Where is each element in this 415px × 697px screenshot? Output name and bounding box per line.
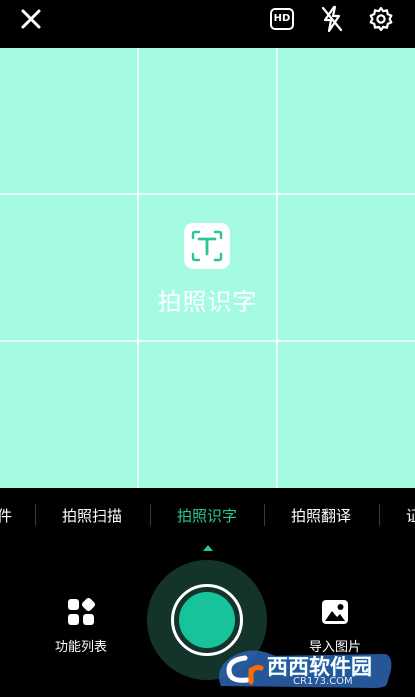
tab-photo-scan[interactable]: 拍照扫描 xyxy=(62,505,122,526)
text-recognition-icon xyxy=(191,230,223,262)
grid-line xyxy=(137,48,139,488)
tab-text-recognition[interactable]: 拍照识字 xyxy=(177,505,237,526)
function-list-label: 功能列表 xyxy=(54,640,107,655)
gear-icon xyxy=(369,6,393,32)
tab-photo-translate[interactable]: 拍照翻译 xyxy=(291,505,351,526)
close-icon xyxy=(21,9,41,29)
mode-title: 拍照识字 xyxy=(157,288,258,316)
function-list-button[interactable]: 功能列表 xyxy=(46,597,116,655)
image-icon xyxy=(322,600,348,624)
settings-button[interactable] xyxy=(367,5,395,33)
tab-scan-file[interactable]: 件 xyxy=(0,505,12,526)
grid-line xyxy=(0,340,415,342)
close-button[interactable] xyxy=(17,5,45,33)
grid-line xyxy=(276,48,278,488)
import-image-button[interactable]: 导入图片 xyxy=(300,597,370,655)
shutter-core xyxy=(179,592,235,648)
hd-toggle-button[interactable]: HD xyxy=(268,5,296,33)
grid-apps-icon xyxy=(68,597,96,625)
flash-toggle-button[interactable] xyxy=(318,5,346,33)
mode-tab-strip: 件 拍照扫描 拍照识字 拍照翻译 证 xyxy=(0,488,415,544)
text-recognition-badge xyxy=(184,223,230,269)
shutter-ring xyxy=(171,584,243,656)
tab-divider xyxy=(35,504,36,526)
top-bar: HD xyxy=(0,0,415,48)
watermark-subtext: CR173.COM xyxy=(293,676,353,687)
grid-line xyxy=(0,193,415,195)
site-watermark: 西西软件园 CR173.COM xyxy=(215,648,395,690)
flash-off-icon xyxy=(321,5,343,33)
tab-id-card[interactable]: 证 xyxy=(406,505,415,526)
camera-viewfinder[interactable]: 拍照识字 xyxy=(0,48,415,488)
tab-divider xyxy=(379,504,380,526)
tab-divider xyxy=(150,504,151,526)
tab-divider xyxy=(264,504,265,526)
hd-icon: HD xyxy=(270,8,294,30)
